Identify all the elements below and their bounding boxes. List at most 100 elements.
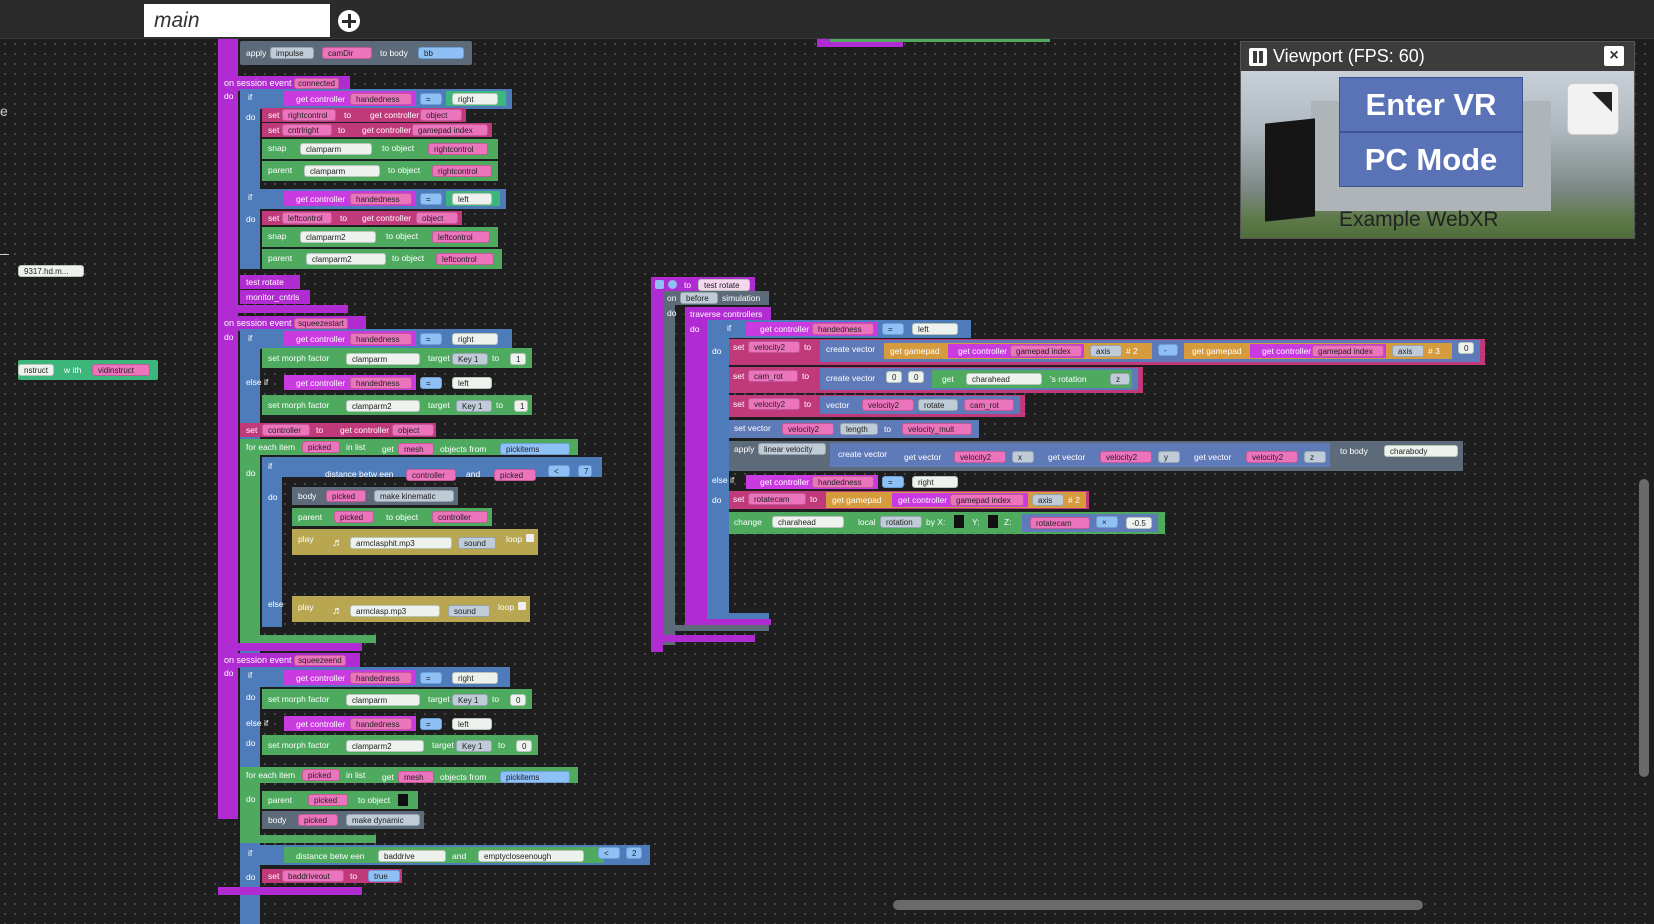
velocity2-slot[interactable]: velocity2 [862, 399, 914, 411]
eq-operator-4[interactable]: = [420, 377, 442, 389]
picked-slot-3[interactable]: picked [334, 511, 374, 523]
cam-rot-slot[interactable]: cam_rot [964, 399, 1014, 411]
y-dropdown[interactable]: y [1158, 451, 1180, 463]
right-text-2[interactable]: right [452, 333, 498, 345]
mesh-dropdown[interactable]: mesh [398, 443, 434, 455]
right-text-fn[interactable]: right [912, 476, 958, 488]
key1-dropdown-3[interactable]: Key 1 [452, 694, 488, 706]
rotate-dropdown[interactable]: rotate [918, 399, 958, 411]
close-icon[interactable]: × [1604, 46, 1624, 66]
axis-dropdown-3[interactable]: axis [1032, 494, 1064, 506]
vector-z-zero[interactable]: 0 [1458, 342, 1474, 354]
enter-vr-button[interactable]: Enter VR [1339, 77, 1523, 132]
horizontal-scrollbar[interactable] [893, 900, 1423, 910]
clamparm2-slot-4[interactable]: clamparm2 [346, 740, 424, 752]
handedness-dropdown-6[interactable]: handedness [350, 718, 412, 730]
two-value[interactable]: 2 [626, 847, 642, 859]
left-text-fn[interactable]: left [912, 323, 958, 335]
rightcontrol-slot-2[interactable]: rightcontrol [432, 165, 492, 177]
left-text-3[interactable]: left [452, 718, 492, 730]
loop-checkbox-2[interactable] [518, 602, 526, 610]
left-text[interactable]: left [452, 193, 492, 205]
zero-value[interactable]: 0 [510, 694, 526, 706]
sound-dropdown[interactable]: sound [458, 537, 496, 549]
eq-operator-fn[interactable]: = [882, 323, 904, 335]
impulse-dropdown[interactable]: impulse [270, 47, 314, 59]
pause-icon[interactable] [1249, 48, 1267, 66]
fullscreen-icon[interactable] [1567, 83, 1619, 135]
cntrlright-var[interactable]: cntrlright [282, 124, 332, 136]
rightcontrol-slot[interactable]: rightcontrol [428, 143, 488, 155]
zero-value-2[interactable]: 0 [516, 740, 532, 752]
armclasp-slot[interactable]: armclasp.mp3 [350, 605, 440, 617]
object-dropdown-2[interactable]: object [416, 212, 458, 224]
sound-dropdown-2[interactable]: sound [448, 605, 490, 617]
object-dropdown[interactable]: object [420, 109, 462, 121]
handedness-dropdown-4[interactable]: handedness [350, 377, 412, 389]
velocity2-var[interactable]: velocity2 [748, 341, 800, 353]
picked-slot-4[interactable]: picked [308, 794, 348, 806]
handedness-dropdown[interactable]: handedness [350, 93, 412, 105]
cam-rot-var[interactable]: cam_rot [748, 370, 798, 382]
key1-dropdown-4[interactable]: Key 1 [456, 740, 492, 752]
times-operator[interactable]: × [1096, 516, 1118, 528]
make-dynamic-dropdown[interactable]: make dynamic [346, 814, 420, 826]
charahead-slot[interactable]: charahead [966, 373, 1042, 385]
right-text-3[interactable]: right [452, 672, 498, 684]
eq-operator-6[interactable]: = [420, 718, 442, 730]
linear-velocity-dropdown[interactable]: linear velocity [758, 443, 826, 455]
vidinstruct-slot[interactable]: vidinstruct [92, 364, 150, 376]
true-value[interactable]: true [368, 870, 400, 882]
gamepad-index-dropdown-fn[interactable]: gamepad index [1010, 345, 1082, 357]
leftcontrol-slot[interactable]: leftcontrol [432, 231, 490, 243]
object-dropdown-3[interactable]: object [392, 424, 434, 436]
left-text-2[interactable]: left [452, 377, 492, 389]
session-squeezeend-hat[interactable]: on session event squeezeend [220, 653, 360, 668]
rotatecam-var[interactable]: rotatecam [748, 493, 806, 505]
nstruct-slot[interactable]: nstruct [18, 364, 54, 376]
x-dropdown[interactable]: x [1012, 451, 1034, 463]
picked-var-2[interactable]: picked [302, 769, 340, 781]
velocity-mult-slot[interactable]: velocity_mult [902, 423, 972, 435]
eq-operator-3[interactable]: = [420, 333, 442, 345]
rightcontrol-var[interactable]: rightcontrol [282, 109, 336, 121]
clamparm-slot[interactable]: clamparm [300, 143, 372, 155]
leftcontrol-var[interactable]: leftcontrol [282, 212, 332, 224]
key1-dropdown[interactable]: Key 1 [452, 353, 488, 365]
emptycloseenough-slot[interactable]: emptycloseenough [478, 850, 584, 862]
lt-operator-2[interactable]: < [598, 847, 620, 859]
pickitems-slot-2[interactable]: pickitems [500, 771, 570, 783]
charabody-slot[interactable]: charabody [1384, 445, 1458, 457]
picked-slot-5[interactable]: picked [298, 814, 338, 826]
controller-var[interactable]: controller [262, 424, 310, 436]
empty-y-slot[interactable] [988, 515, 998, 528]
baddrive-slot[interactable]: baddrive [378, 850, 446, 862]
rotation-dropdown[interactable]: rotation [880, 516, 922, 528]
velocity2-slot-2[interactable]: velocity2 [782, 423, 834, 435]
controller-slot-2[interactable]: controller [432, 511, 488, 523]
hdm-string-slot[interactable]: 9317.hd.m... [18, 265, 84, 277]
gamepad-index-dropdown-fn-2[interactable]: gamepad index [1312, 345, 1384, 357]
loop-checkbox[interactable] [526, 534, 534, 542]
right-text[interactable]: right [452, 93, 498, 105]
eq-operator[interactable]: = [420, 93, 442, 105]
gear-icon[interactable] [655, 280, 664, 289]
mesh-dropdown-2[interactable]: mesh [398, 771, 434, 783]
z-dropdown-2[interactable]: z [1304, 451, 1326, 463]
clamparm-slot-4[interactable]: clamparm [346, 694, 420, 706]
make-kinematic-dropdown[interactable]: make kinematic [374, 490, 454, 502]
clamparm2-slot[interactable]: clamparm2 [300, 231, 376, 243]
eq-operator-fn-2[interactable]: = [882, 476, 904, 488]
one-value-2[interactable]: 1 [514, 400, 528, 412]
leftcontrol-slot-2[interactable]: leftcontrol [436, 253, 494, 265]
gamepad-index-dropdown[interactable]: gamepad index [412, 124, 488, 136]
function-name-field[interactable]: test rotate [698, 279, 750, 291]
minus-operator[interactable]: - [1158, 344, 1178, 356]
picked-slot-2[interactable]: picked [326, 490, 366, 502]
controller-slot[interactable]: controller [406, 469, 456, 481]
velocity2-slot-3[interactable]: velocity2 [954, 451, 1006, 463]
bb-slot[interactable]: bb [418, 47, 464, 59]
help-icon[interactable] [668, 280, 677, 289]
handedness-dropdown-fn-2[interactable]: handedness [812, 476, 874, 488]
clamparm-slot-2[interactable]: clamparm [304, 165, 380, 177]
